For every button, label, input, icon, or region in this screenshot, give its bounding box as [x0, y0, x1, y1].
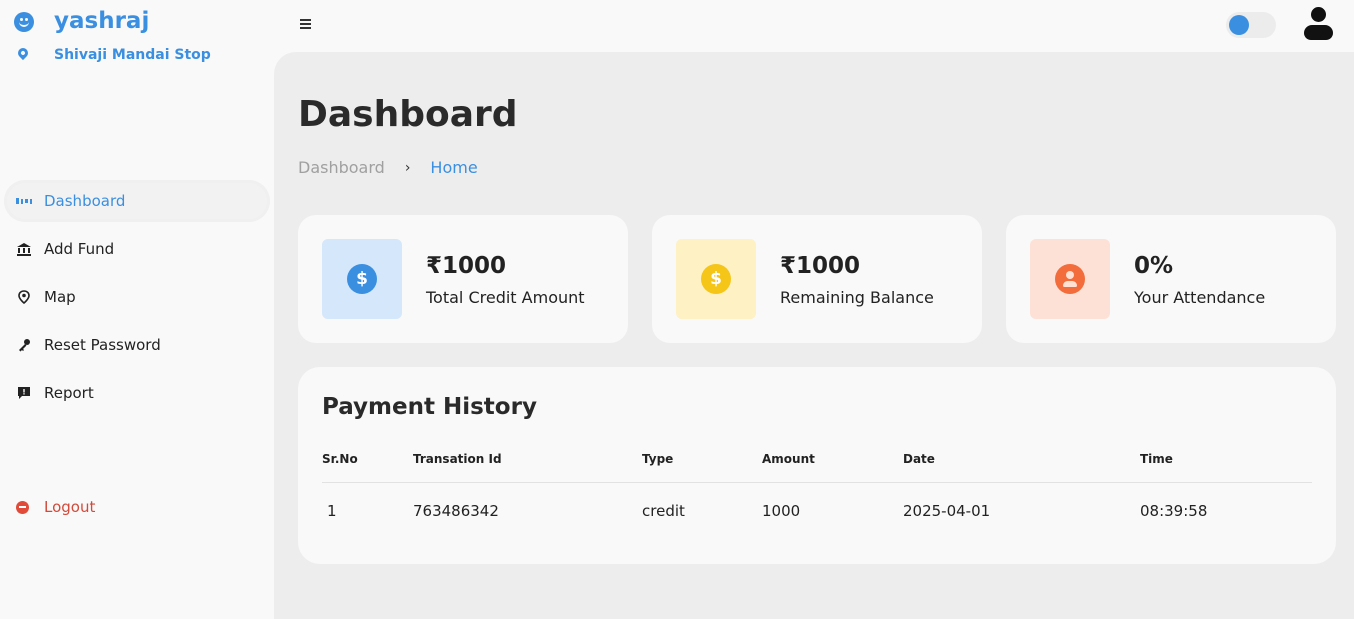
toggle-knob — [1229, 15, 1249, 35]
sidebar-item-label: Add Fund — [44, 240, 115, 258]
top-bar — [274, 0, 1354, 52]
card-value: 0% — [1134, 253, 1174, 279]
brand: yashraj — [14, 8, 149, 34]
sidebar-item-reset-password[interactable]: Reset Password — [4, 324, 270, 366]
sidebar-item-add-fund[interactable]: Add Fund — [4, 228, 270, 270]
card-label: Total Credit Amount — [426, 288, 585, 307]
table-cell: 08:39:58 — [1140, 502, 1208, 520]
user-circle-icon — [1055, 264, 1085, 294]
key-icon — [16, 337, 32, 353]
smiley-icon — [14, 12, 34, 32]
dashboard-icon — [16, 193, 32, 209]
logout-button[interactable]: Logout — [16, 498, 95, 516]
column-header: Amount — [762, 452, 815, 466]
menu-icon[interactable] — [300, 19, 311, 29]
sidebar-item-label: Report — [44, 384, 94, 402]
sidebar-item-label: Map — [44, 288, 76, 306]
sidebar-nav: Dashboard Add Fund Map Reset Password Re… — [4, 180, 270, 420]
card-label: Your Attendance — [1134, 288, 1266, 307]
column-header: Time — [1140, 452, 1173, 466]
user-avatar-icon[interactable] — [1303, 7, 1333, 41]
card-value: ₹1000 — [780, 253, 861, 279]
location-pin-icon — [16, 289, 32, 305]
logout-label: Logout — [44, 498, 96, 516]
chevron-right-icon: › — [404, 159, 411, 176]
payment-history-card: Payment History Sr.No Transation Id Type… — [298, 367, 1336, 564]
page-title: Dashboard — [298, 94, 518, 135]
user-name: yashraj — [54, 8, 150, 34]
dollar-icon: $ — [347, 264, 377, 294]
sidebar-item-dashboard[interactable]: Dashboard — [4, 180, 270, 222]
card-icon-tile: $ — [676, 239, 756, 319]
table-divider — [322, 482, 1312, 483]
card-label: Remaining Balance — [780, 288, 934, 307]
attendance-card: 0% Your Attendance — [1006, 215, 1336, 343]
sidebar-item-report[interactable]: Report — [4, 372, 270, 414]
sidebar: yashraj Shivaji Mandai Stop Dashboard Ad… — [0, 0, 274, 619]
table-cell: 2025-04-01 — [903, 502, 991, 520]
location: Shivaji Mandai Stop — [15, 45, 211, 63]
dollar-icon: $ — [701, 264, 731, 294]
report-icon — [16, 385, 32, 401]
table-cell: 1 — [327, 502, 337, 520]
column-header: Transation Id — [413, 452, 502, 466]
location-pin-icon — [15, 45, 31, 61]
sidebar-item-map[interactable]: Map — [4, 276, 270, 318]
table-cell: 763486342 — [413, 502, 499, 520]
payment-history-title: Payment History — [322, 394, 537, 420]
total-credit-card: $ ₹1000 Total Credit Amount — [298, 215, 628, 343]
breadcrumb-home[interactable]: Home — [430, 158, 477, 177]
table-cell: credit — [642, 502, 685, 520]
sidebar-item-label: Reset Password — [44, 336, 161, 354]
table-cell: 1000 — [762, 502, 801, 520]
main-content: Dashboard Dashboard › Home $ ₹1000 Total… — [274, 52, 1354, 619]
bank-icon — [16, 241, 32, 257]
logout-icon — [16, 500, 29, 514]
remaining-balance-card: $ ₹1000 Remaining Balance — [652, 215, 982, 343]
column-header: Date — [903, 452, 935, 466]
breadcrumb-dashboard: Dashboard — [298, 158, 385, 177]
card-icon-tile: $ — [322, 239, 402, 319]
column-header: Type — [642, 452, 674, 466]
theme-toggle[interactable] — [1226, 12, 1276, 38]
card-icon-tile — [1030, 239, 1110, 319]
card-value: ₹1000 — [426, 253, 507, 279]
location-label: Shivaji Mandai Stop — [54, 47, 211, 63]
column-header: Sr.No — [322, 452, 358, 466]
breadcrumb: Dashboard › Home — [298, 158, 478, 177]
sidebar-item-label: Dashboard — [44, 192, 126, 210]
